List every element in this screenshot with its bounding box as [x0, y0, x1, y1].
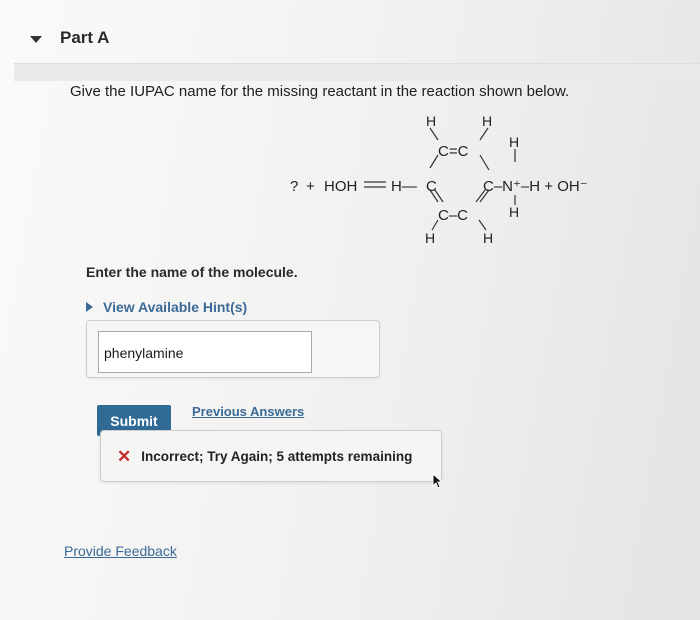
h-atom: H [425, 230, 435, 246]
hint-label: View Available Hint(s) [103, 299, 248, 315]
unknown-reactant: ? [290, 178, 298, 195]
h-atom: H [483, 230, 493, 246]
feedback-text: Incorrect; Try Again; 5 attempts remaini… [141, 448, 413, 464]
feedback-message: ✕ Incorrect; Try Again; 5 attempts remai… [100, 430, 442, 482]
amine-group: C–N⁺–H + OH⁻ [483, 178, 588, 195]
h-atom: H [482, 113, 492, 129]
reaction-equation: ? + HOH H— C H H C=C H C–N⁺–H + OH⁻ H C–… [290, 113, 588, 246]
x-icon: ✕ [117, 446, 132, 466]
ring-carbon: C [426, 178, 437, 195]
ring-bottom-bond: C–C [438, 207, 468, 224]
ring-top-bond: C=C [438, 143, 469, 160]
view-hints-link[interactable]: View Available Hint(s) [86, 299, 247, 315]
bond-line [479, 154, 490, 171]
previous-answers-link[interactable]: Previous Answers [192, 404, 304, 419]
h-atom: H [509, 134, 519, 150]
mouse-cursor-icon [432, 473, 444, 489]
bond-line [479, 127, 489, 141]
h-bond-label: H— [391, 178, 417, 195]
caret-down-icon[interactable] [30, 35, 42, 43]
provide-feedback-link[interactable]: Provide Feedback [64, 543, 177, 559]
bond-line [478, 219, 487, 231]
question-text: Give the IUPAC name for the missing reac… [70, 83, 570, 100]
header-divider [14, 63, 700, 81]
bond-line [429, 154, 439, 169]
part-a-toggle[interactable]: Part A [30, 28, 109, 48]
bond-line [429, 127, 439, 141]
h-atom: H [426, 113, 436, 129]
water-molecule: HOH [324, 178, 357, 195]
h-atom: H [509, 204, 519, 220]
plus-sign: + [306, 178, 315, 195]
triangle-right-icon [86, 302, 93, 312]
part-title: Part A [60, 28, 110, 47]
answer-prompt: Enter the name of the molecule. [86, 264, 298, 280]
answer-input[interactable]: phenylamine [98, 331, 312, 373]
